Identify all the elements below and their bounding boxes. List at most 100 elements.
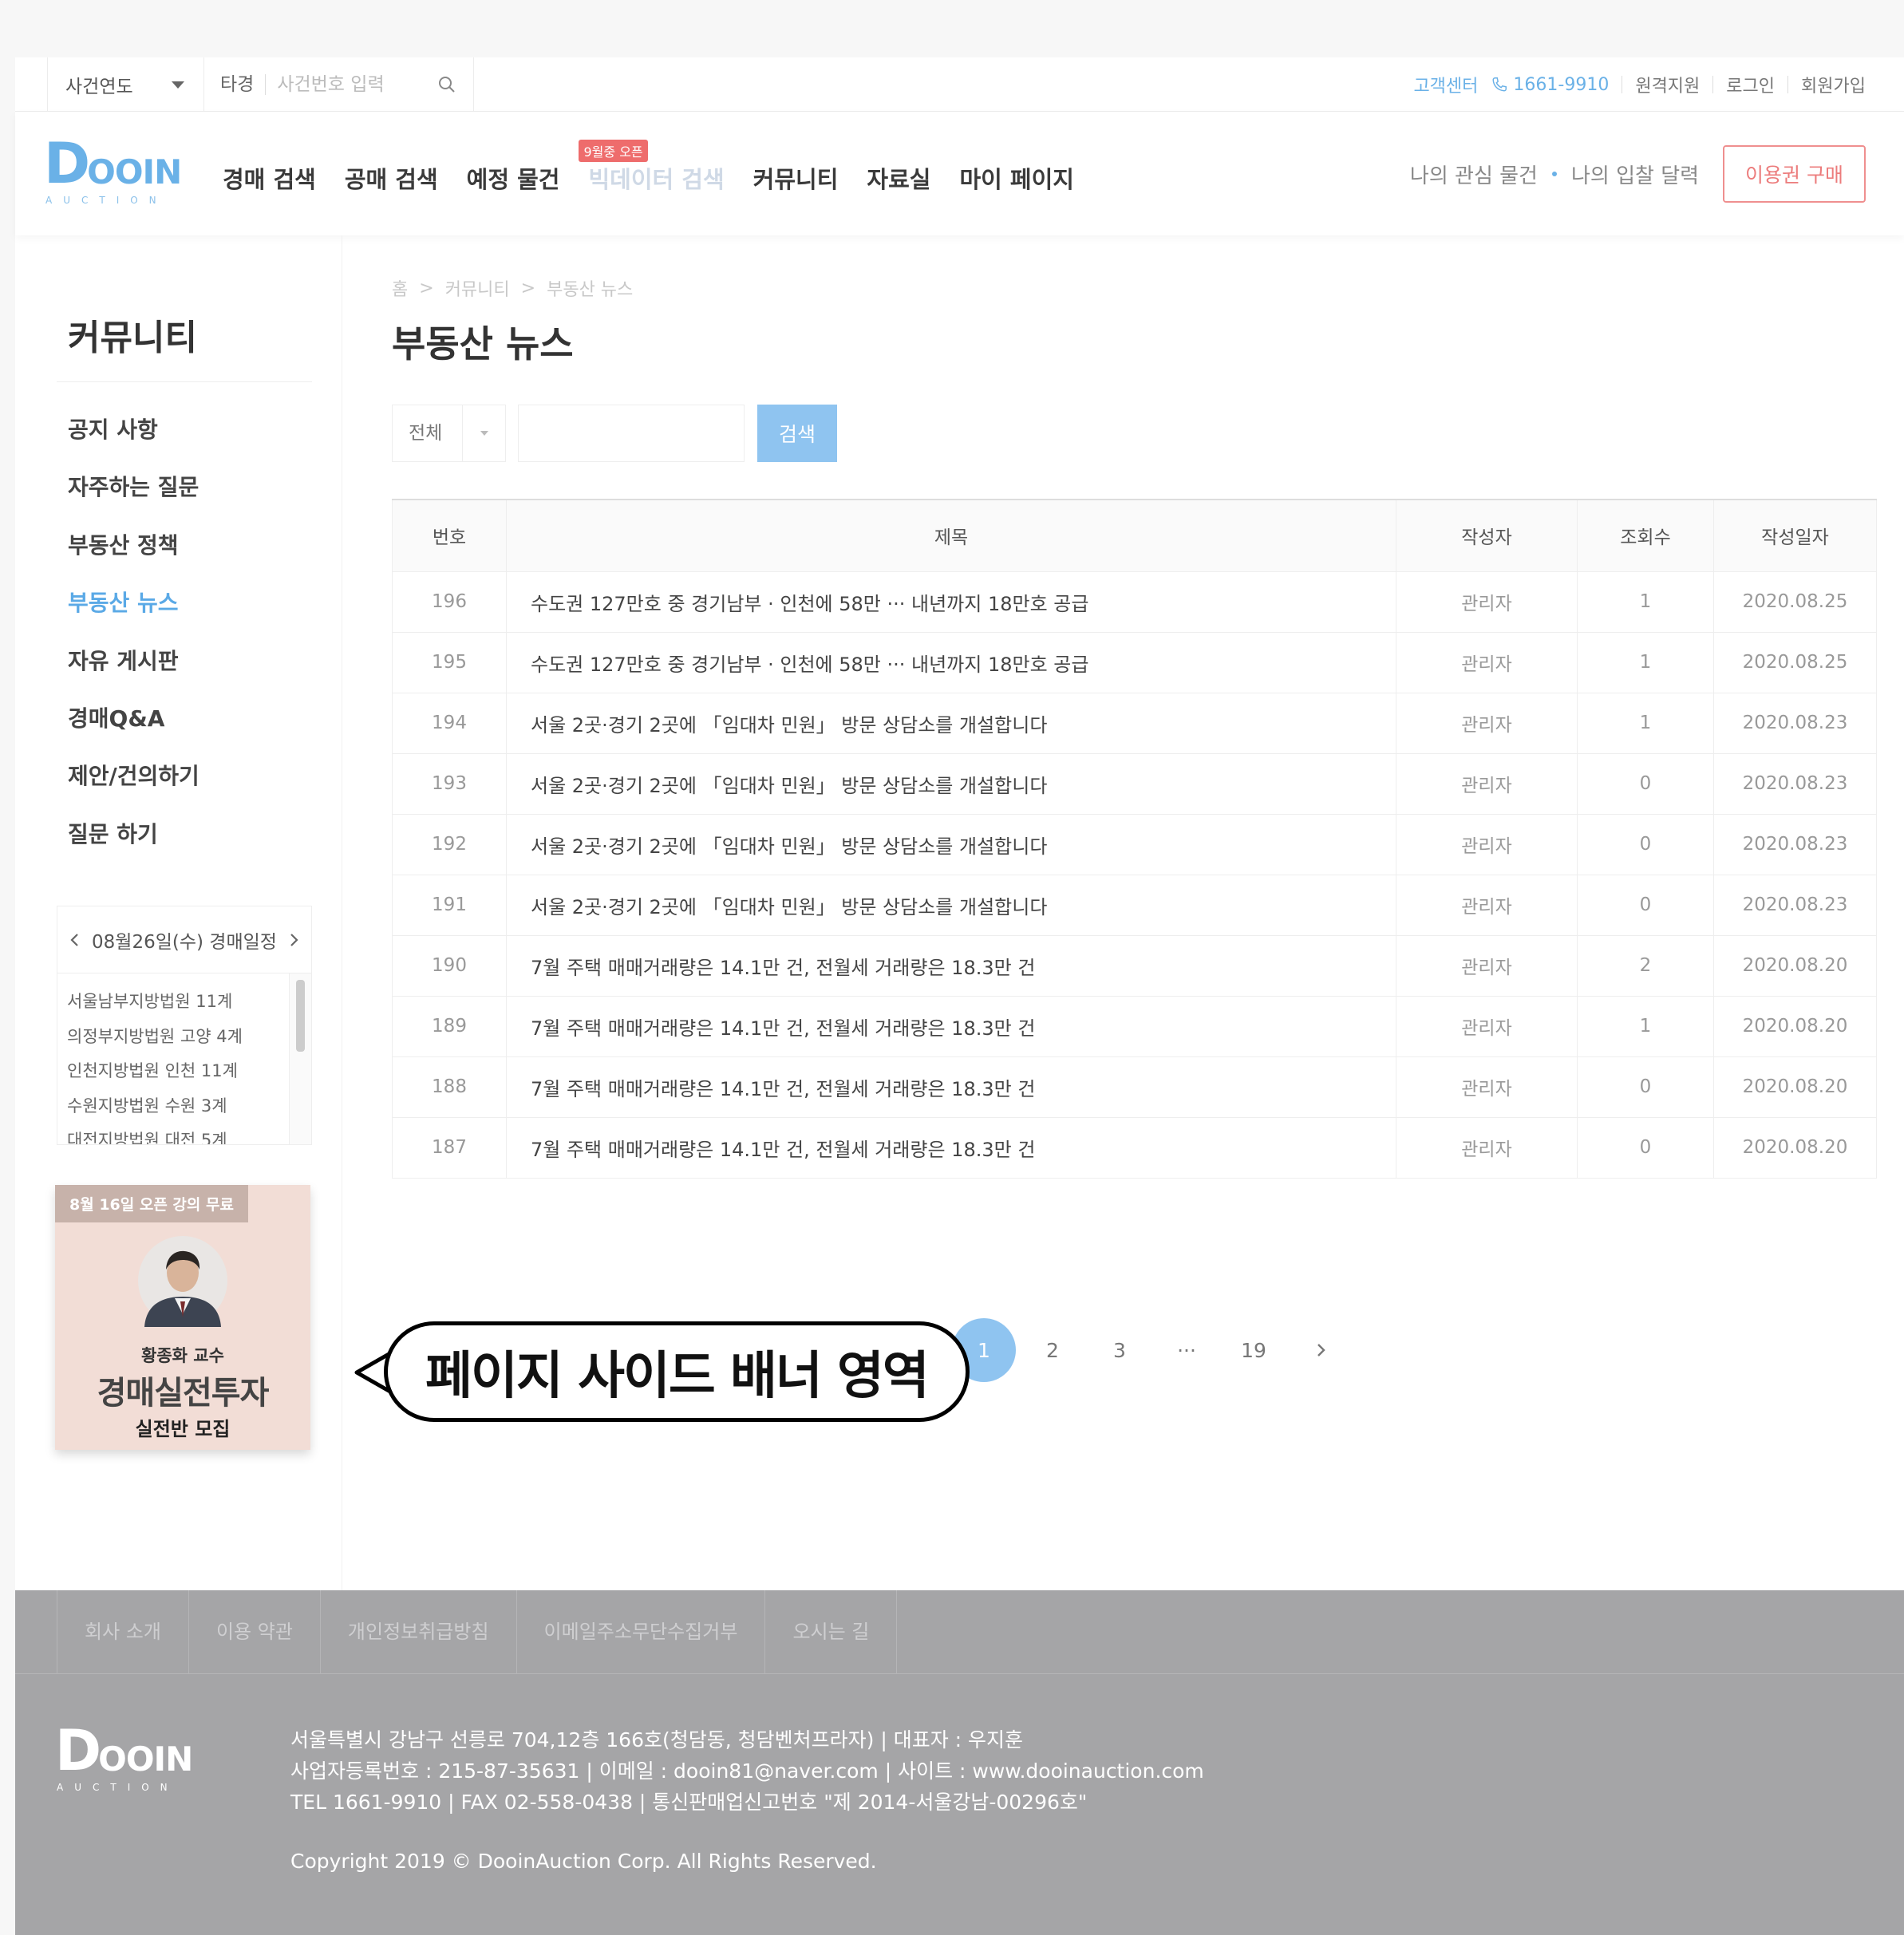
banner-subtitle: 실전반 모집 (135, 1418, 231, 1440)
sidebar-item-policy[interactable]: 부동산 정책 (68, 530, 199, 587)
cell-title[interactable]: 7월 주택 매매거래량은 14.1만 건, 전월세 거래량은 18.3만 건 (506, 935, 1396, 997)
table-row[interactable]: 193 서울 2곳·경기 2곳에 「임대차 민원」 방문 상담소를 개설합니다 … (392, 753, 1877, 815)
sidebar-item-suggestion[interactable]: 제안/건의하기 (68, 760, 199, 818)
case-number-input[interactable] (277, 74, 429, 95)
cell-title[interactable]: 7월 주택 매매거래량은 14.1만 건, 전월세 거래량은 18.3만 건 (506, 996, 1396, 1057)
company-address: 서울특별시 강남구 선릉로 704,12층 166호(청담동, 청담벤처프라자)… (290, 1728, 1024, 1751)
sidebar-item-faq[interactable]: 자주하는 질문 (68, 472, 199, 529)
page-button[interactable]: 19 (1220, 1317, 1287, 1384)
footer-link-terms[interactable]: 이용 약관 (189, 1590, 321, 1674)
cell-number: 191 (392, 875, 507, 936)
signup-link[interactable]: 회원가입 (1801, 72, 1866, 97)
nav-my-page[interactable]: 마이 페이지 (959, 161, 1074, 195)
table-row[interactable]: 188 7월 주택 매매거래량은 14.1만 건, 전월세 거래량은 18.3만… (392, 1056, 1877, 1118)
table-row[interactable]: 187 7월 주택 매매거래량은 14.1만 건, 전월세 거래량은 18.3만… (392, 1117, 1877, 1179)
sidebar-item-news[interactable]: 부동산 뉴스 (68, 587, 199, 645)
cell-views: 1 (1577, 632, 1714, 693)
page-button[interactable]: 3 (1086, 1317, 1153, 1384)
instructor-photo (138, 1236, 227, 1327)
nav-community[interactable]: 커뮤니티 (753, 161, 839, 195)
cell-author: 관리자 (1396, 1117, 1578, 1179)
cell-title[interactable]: 서울 2곳·경기 2곳에 「임대차 민원」 방문 상담소를 개설합니다 (506, 693, 1396, 754)
scrollbar[interactable] (289, 973, 311, 1144)
sidebar-item-notice[interactable]: 공지 사항 (68, 414, 199, 472)
chevron-right-icon[interactable] (287, 931, 300, 949)
buy-pass-button[interactable]: 이용권 구매 (1723, 145, 1866, 203)
side-banner[interactable]: 8월 16일 오픈 강의 무료 황종화 교수 경매실전투자 실전반 모집 (55, 1185, 310, 1450)
phone-number: 1661-9910 (1491, 75, 1609, 95)
search-button[interactable]: 검색 (757, 405, 837, 462)
table-row[interactable]: 195 수도권 127만호 중 경기남부 · 인천에 58만 ··· 내년까지 … (392, 632, 1877, 693)
banner-title: 경매실전투자 (97, 1375, 270, 1412)
schedule-item[interactable]: 서울남부지방법원 11계 (67, 985, 311, 1020)
next-page-icon[interactable] (1287, 1317, 1354, 1384)
login-link[interactable]: 로그인 (1726, 72, 1775, 97)
table-row[interactable]: 189 7월 주택 매매거래량은 14.1만 건, 전월세 거래량은 18.3만… (392, 996, 1877, 1057)
cell-author: 관리자 (1396, 632, 1578, 693)
sidebar-item-auction-qa[interactable]: 경매Q&A (68, 703, 199, 760)
my-interest-link[interactable]: 나의 관심 물건 (1410, 160, 1538, 189)
search-icon[interactable] (429, 57, 465, 112)
customer-center-link[interactable]: 고객센터 (1413, 72, 1478, 97)
sidebar-item-free-board[interactable]: 자유 게시판 (68, 646, 199, 703)
cell-author: 관리자 (1396, 753, 1578, 815)
case-type-label: 타경 (204, 74, 267, 95)
table-row[interactable]: 191 서울 2곳·경기 2곳에 「임대차 민원」 방문 상담소를 개설합니다 … (392, 875, 1877, 936)
footer-link-email-policy[interactable]: 이메일주소무단수집거부 (517, 1590, 766, 1674)
chevron-left-icon[interactable] (69, 931, 81, 949)
table-row[interactable]: 192 서울 2곳·경기 2곳에 「임대차 민원」 방문 상담소를 개설합니다 … (392, 814, 1877, 875)
table-row[interactable]: 194 서울 2곳·경기 2곳에 「임대차 민원」 방문 상담소를 개설합니다 … (392, 693, 1877, 754)
cell-number: 190 (392, 935, 507, 997)
nav-auction-search[interactable]: 경매 검색 (223, 161, 316, 195)
nav-bigdata-label: 빅데이터 검색 (588, 166, 725, 193)
scrollbar-thumb[interactable] (296, 980, 305, 1052)
schedule-item[interactable]: 인천지방법원 인천 11계 (67, 1054, 311, 1089)
nav-upcoming-items[interactable]: 예정 물건 (467, 161, 560, 195)
search-scope-select[interactable]: 전체 (392, 405, 506, 462)
cell-title[interactable]: 서울 2곳·경기 2곳에 「임대차 민원」 방문 상담소를 개설합니다 (506, 753, 1396, 815)
chevron-right-icon: > (520, 278, 536, 298)
company-info: 서울특별시 강남구 선릉로 704,12층 166호(청담동, 청담벤처프라자)… (290, 1724, 1204, 1818)
nav-public-auction-search[interactable]: 공매 검색 (345, 161, 438, 195)
cell-title[interactable]: 수도권 127만호 중 경기남부 · 인천에 58만 ··· 내년까지 18만호… (506, 632, 1396, 693)
breadcrumb-community[interactable]: 커뮤니티 (445, 275, 510, 301)
cell-views: 1 (1577, 693, 1714, 754)
cell-number: 188 (392, 1056, 507, 1118)
sidebar-item-ask[interactable]: 질문 하기 (68, 819, 199, 876)
footer-link-directions[interactable]: 오시는 길 (765, 1590, 898, 1674)
nav-bigdata-search[interactable]: 9월중 오픈 빅데이터 검색 (579, 140, 725, 195)
page-button[interactable]: 2 (1019, 1317, 1086, 1384)
cell-title[interactable]: 7월 주택 매매거래량은 14.1만 건, 전월세 거래량은 18.3만 건 (506, 1117, 1396, 1179)
pagination: 1 2 3 ··· 19 (952, 1317, 1354, 1384)
table-row[interactable]: 196 수도권 127만호 중 경기남부 · 인천에 58만 ··· 내년까지 … (392, 571, 1877, 633)
table-row[interactable]: 190 7월 주택 매매거래량은 14.1만 건, 전월세 거래량은 18.3만… (392, 935, 1877, 997)
cell-title[interactable]: 서울 2곳·경기 2곳에 「임대차 민원」 방문 상담소를 개설합니다 (506, 814, 1396, 875)
auction-schedule-widget: 08월26일(수) 경매일정 서울남부지방법원 11계 의정부지방법원 고양 4… (57, 906, 312, 1145)
year-select[interactable]: 사건연도 (48, 57, 204, 112)
banner-tag: 8월 16일 오픈 강의 무료 (55, 1185, 248, 1222)
schedule-item[interactable]: 대전지방법원 대전 5계 (67, 1123, 311, 1144)
schedule-item[interactable]: 의정부지방법원 고양 4계 (67, 1020, 311, 1055)
cell-title[interactable]: 서울 2곳·경기 2곳에 「임대차 민원」 방문 상담소를 개설합니다 (506, 875, 1396, 936)
page-ellipsis: ··· (1177, 1338, 1196, 1362)
my-bid-calendar-link[interactable]: 나의 입찰 달력 (1571, 160, 1699, 189)
footer-link-privacy[interactable]: 개인정보취급방침 (321, 1590, 517, 1674)
nav-resources[interactable]: 자료실 (867, 161, 930, 195)
cell-author: 관리자 (1396, 571, 1578, 633)
table-header-row: 번호 제목 작성자 조회수 작성일자 (392, 499, 1877, 572)
cell-title[interactable]: 수도권 127만호 중 경기남부 · 인천에 58만 ··· 내년까지 18만호… (506, 571, 1396, 633)
footer-logo-subtext: AUCTION (57, 1782, 179, 1793)
cell-title[interactable]: 7월 주택 매매거래량은 14.1만 건, 전월세 거래량은 18.3만 건 (506, 1056, 1396, 1118)
site-logo[interactable]: D OOIN AUCTION (44, 136, 182, 206)
schedule-item[interactable]: 수원지방법원 수원 3계 (67, 1089, 311, 1124)
footer-nav: 회사 소개 이용 약관 개인정보취급방침 이메일주소무단수집거부 오시는 길 (15, 1590, 1904, 1674)
search-input[interactable] (518, 405, 745, 462)
cell-number: 194 (392, 693, 507, 754)
breadcrumb-home[interactable]: 홈 (392, 275, 408, 301)
footer-link-about[interactable]: 회사 소개 (57, 1590, 189, 1674)
remote-support-link[interactable]: 원격지원 (1635, 72, 1700, 97)
footer-logo-letter: D (55, 1718, 102, 1783)
year-select-label: 사건연도 (65, 77, 133, 97)
cell-date: 2020.08.20 (1713, 996, 1877, 1057)
schedule-list: 서울남부지방법원 11계 의정부지방법원 고양 4계 인천지방법원 인천 11계… (57, 973, 311, 1144)
